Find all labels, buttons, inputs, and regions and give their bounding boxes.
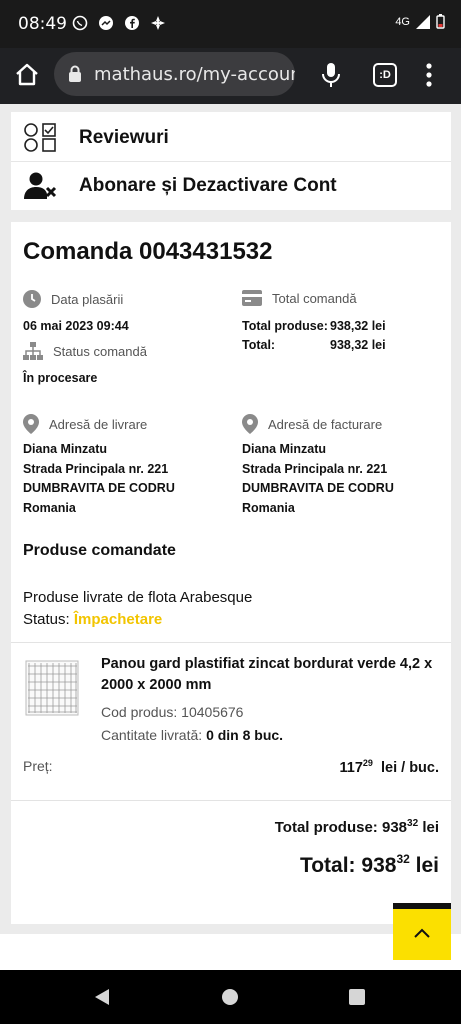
location-pin-icon xyxy=(23,414,39,434)
location-pin-icon xyxy=(242,414,258,434)
billing-address-label: Adresă de facturare xyxy=(242,414,382,434)
system-indicators: 4G xyxy=(395,14,445,29)
microphone-icon[interactable] xyxy=(320,62,342,88)
recents-button[interactable] xyxy=(349,989,365,1005)
product-quantity: Cantitate livrată: 0 din 8 buc. xyxy=(101,727,284,743)
order-date-value: 06 mai 2023 09:44 xyxy=(23,319,129,333)
chevron-up-icon xyxy=(414,928,430,938)
total-products-row: Total produse: 938,32 lei xyxy=(242,319,386,333)
order-details-card: Comanda 0043431532 Data plasării 06 mai … xyxy=(11,222,451,924)
order-title: Comanda 0043431532 xyxy=(23,238,273,265)
status-badge: Împachetare xyxy=(73,611,163,628)
signal-icon xyxy=(416,14,430,29)
clock-icon xyxy=(23,290,41,308)
reviews-icon xyxy=(24,122,56,152)
facebook-icon xyxy=(124,15,140,31)
lock-icon xyxy=(69,65,81,82)
clock: 08:49 xyxy=(18,14,67,34)
divider xyxy=(11,642,451,643)
price-label: Preț: xyxy=(23,758,53,774)
scroll-to-top-button[interactable] xyxy=(393,903,451,960)
delivery-address-label: Adresă de livrare xyxy=(23,414,147,434)
system-navigation-bar xyxy=(0,970,461,1024)
products-heading: Produse comandate xyxy=(23,542,176,559)
billing-address: Diana Minzatu Strada Principala nr. 221 … xyxy=(242,442,394,515)
product-name[interactable]: Panou gard plastifiat zincat bordurat ve… xyxy=(101,654,446,696)
home-icon[interactable] xyxy=(14,62,40,88)
order-status-label: Status comandă xyxy=(23,342,147,360)
messenger-icon xyxy=(98,15,114,31)
menu-item-label: Reviewuri xyxy=(79,126,169,148)
delivery-address: Diana Minzatu Strada Principala nr. 221 … xyxy=(23,442,175,515)
browser-toolbar: mathaus.ro/my-account :D xyxy=(0,48,461,104)
summary-total: Total: 93832 lei xyxy=(299,852,439,877)
network-type: 4G xyxy=(395,15,410,28)
unit-price: 11729 lei / buc. xyxy=(339,758,440,776)
credit-card-icon xyxy=(242,290,262,306)
menu-item-reviews[interactable]: Reviewuri xyxy=(11,114,451,162)
footer-strip xyxy=(0,934,461,970)
page-content: Reviewuri Abonare și Dezactivare Cont Co… xyxy=(0,104,461,970)
fan-icon xyxy=(150,15,166,31)
sitemap-icon xyxy=(23,342,43,360)
fleet-status: Status: Împachetare xyxy=(23,611,163,628)
address-bar[interactable]: mathaus.ro/my-account xyxy=(54,52,295,96)
back-icon[interactable] xyxy=(94,988,110,1006)
order-status-value: În procesare xyxy=(23,371,98,385)
order-total-label: Total comandă xyxy=(242,290,357,306)
whatsapp-icon xyxy=(72,15,88,31)
product-image[interactable] xyxy=(25,660,79,716)
user-remove-icon xyxy=(24,172,57,199)
product-code: Cod produs: 10405676 xyxy=(101,704,244,720)
divider xyxy=(11,800,451,801)
menu-item-label: Abonare și Dezactivare Cont xyxy=(79,175,337,196)
status-bar: 08:49 4G xyxy=(0,0,461,48)
total-row: Total: 938,32 lei xyxy=(242,338,386,352)
notification-icons xyxy=(72,15,166,31)
menu-item-unsubscribe[interactable]: Abonare și Dezactivare Cont xyxy=(11,162,451,210)
battery-icon xyxy=(436,14,445,29)
fleet-label: Produse livrate de flota Arabesque xyxy=(23,589,253,606)
summary-total-products: Total produse: 93832 lei xyxy=(274,818,439,836)
home-button[interactable] xyxy=(222,989,238,1005)
more-vert-icon[interactable] xyxy=(424,62,434,88)
tab-switcher-button[interactable]: :D xyxy=(373,63,397,87)
order-date-label: Data plasării xyxy=(23,290,123,308)
account-menu: Reviewuri Abonare și Dezactivare Cont xyxy=(11,112,451,210)
url-text: mathaus.ro/my-account xyxy=(94,64,295,85)
